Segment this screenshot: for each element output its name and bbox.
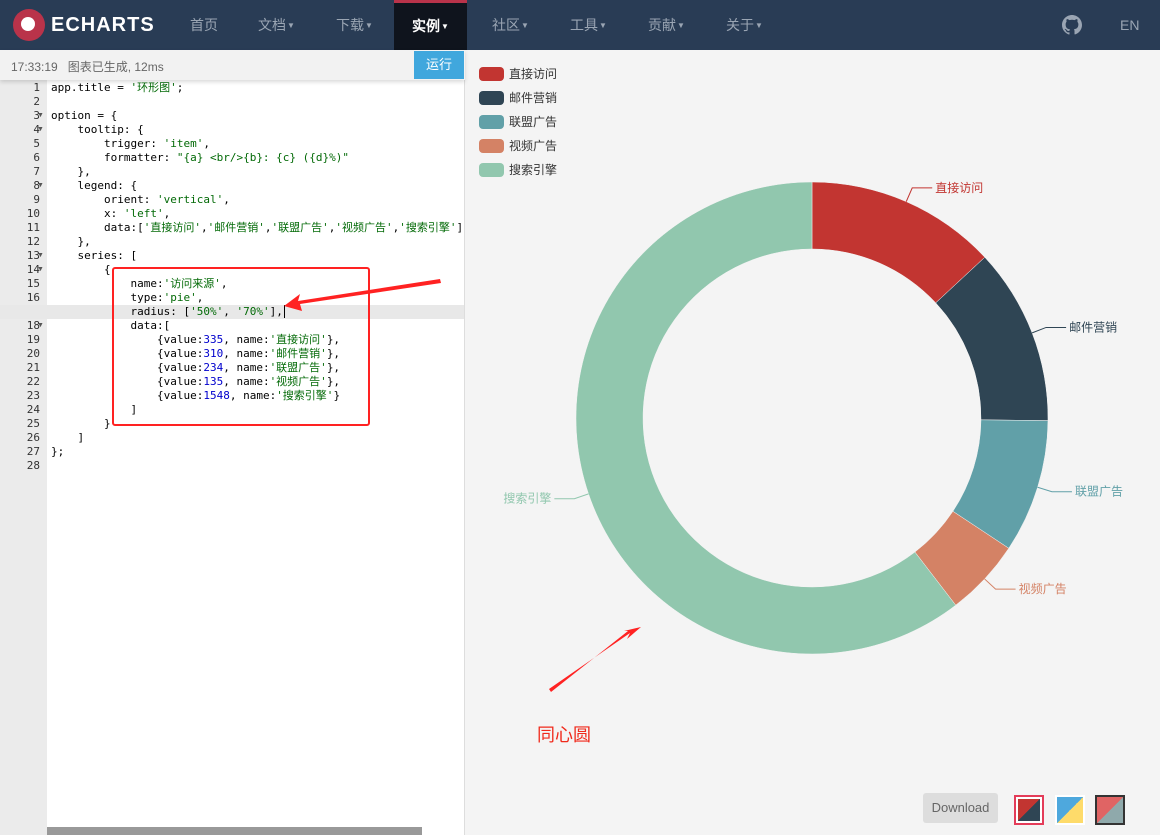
label-line — [1037, 486, 1072, 493]
slice-label: 直接访问 — [935, 180, 983, 195]
theme-dark-button[interactable] — [1095, 795, 1125, 825]
theme-light-button[interactable] — [1055, 795, 1085, 825]
annotation-text: 同心圆 — [537, 725, 591, 745]
highlight-box — [112, 267, 370, 426]
label-line — [554, 493, 589, 500]
run-button[interactable]: 运行 — [414, 51, 464, 79]
slice-label: 搜索引擎 — [503, 491, 551, 506]
label-line — [1031, 326, 1067, 334]
slice-label: 联盟广告 — [1075, 485, 1123, 499]
slice-label: 视频广告 — [1019, 581, 1067, 596]
label-line — [984, 578, 1016, 590]
theme-default-button[interactable] — [1014, 795, 1044, 825]
download-button[interactable]: Download — [923, 793, 998, 823]
slice-label: 邮件营销 — [1069, 320, 1117, 334]
editor-toolbar: 17:33:19 图表已生成, 12ms 运行 — [0, 50, 465, 80]
status-text: 17:33:19 图表已生成, 12ms — [11, 60, 164, 74]
label-line — [905, 187, 933, 202]
